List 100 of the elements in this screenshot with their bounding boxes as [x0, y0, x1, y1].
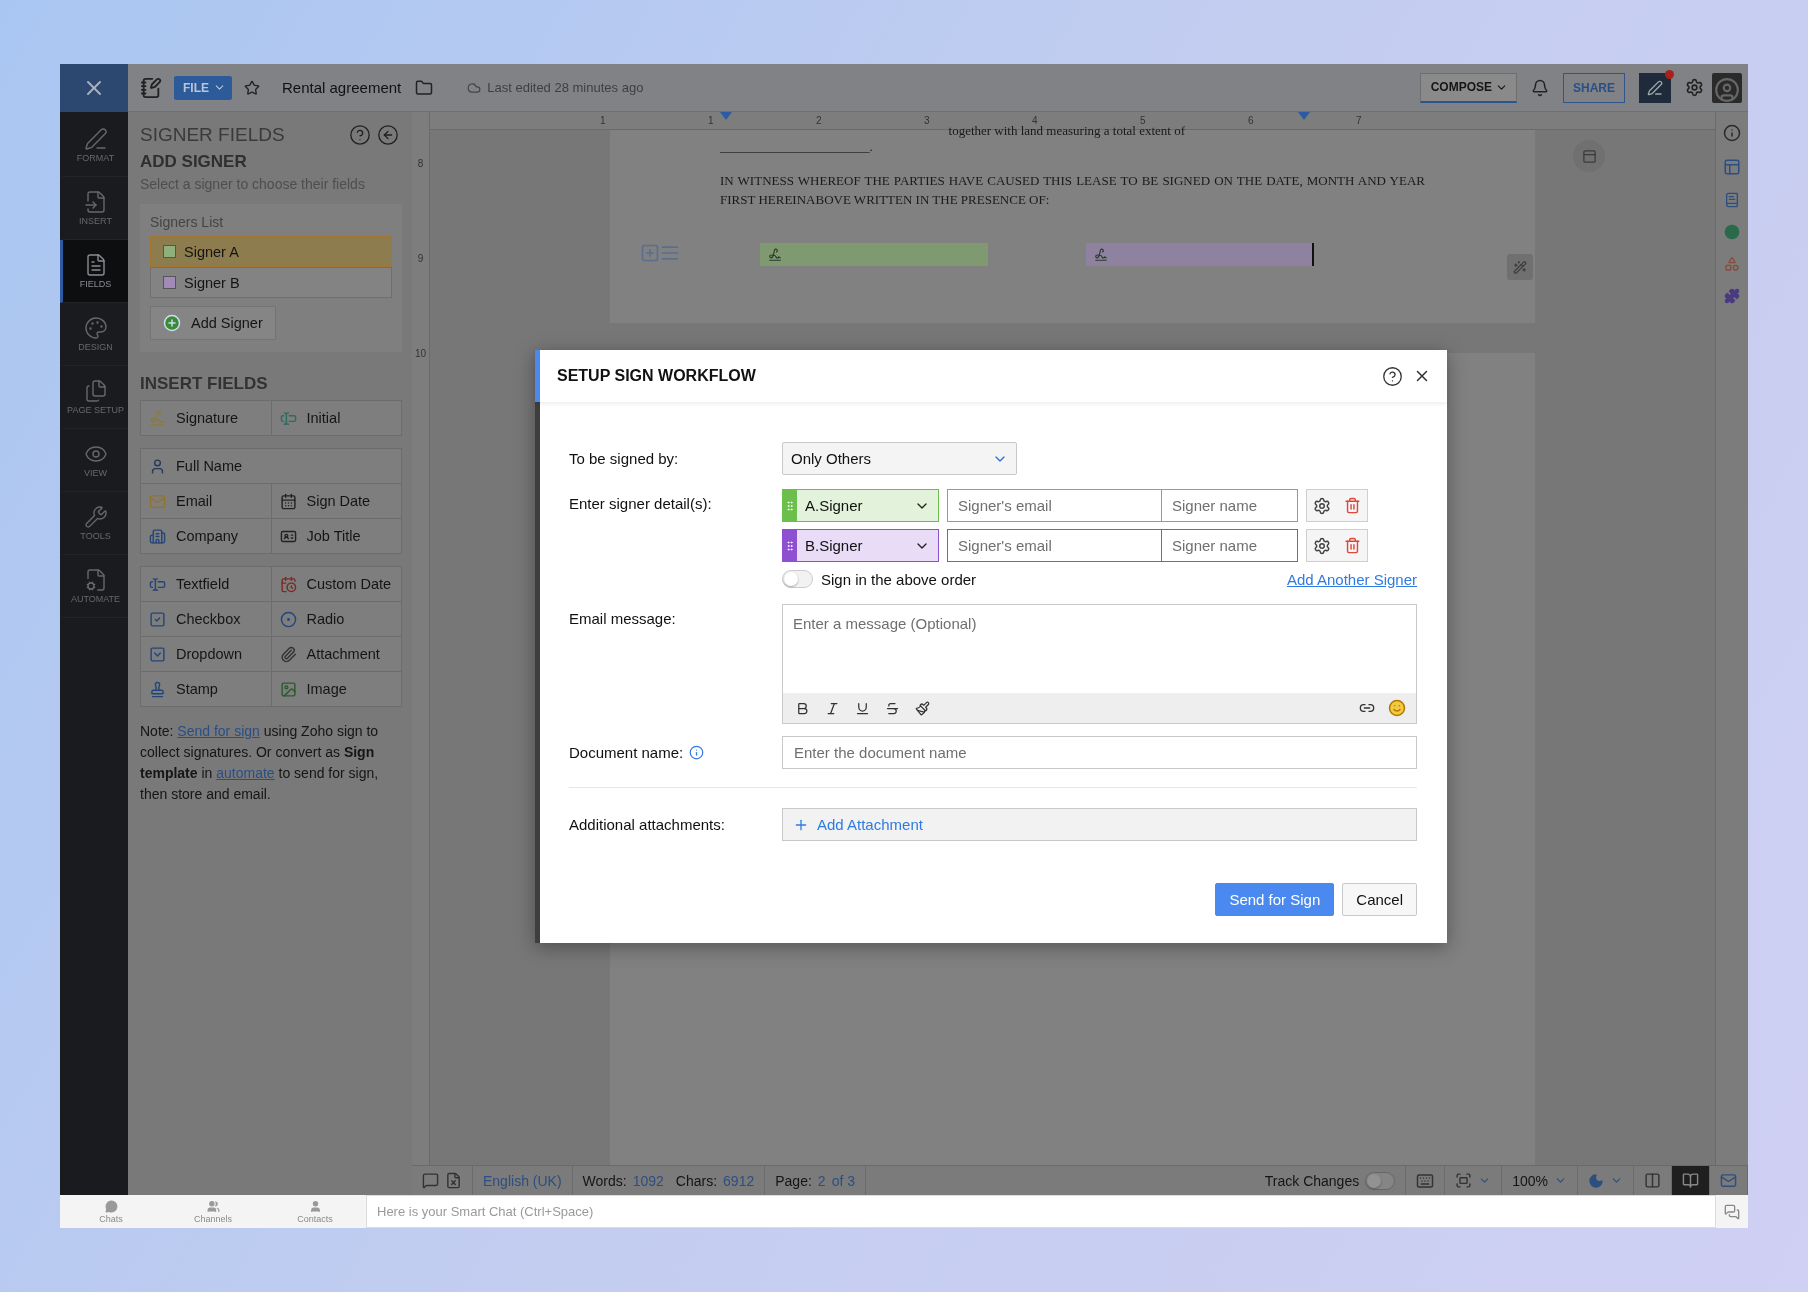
smart-chat-field[interactable]: Here is your Smart Chat (Ctrl+Space) — [366, 1195, 1716, 1228]
insert-field-item[interactable]: Stamp — [141, 672, 272, 707]
insert-field-item[interactable]: Full Name — [141, 449, 402, 484]
page-total: of 3 — [831, 1172, 855, 1189]
chat-icon[interactable] — [1724, 1203, 1740, 1220]
radio-icon — [279, 610, 297, 628]
insert-field-item[interactable]: Initial — [271, 401, 402, 436]
settings-icon[interactable] — [1685, 78, 1704, 97]
info-icon[interactable] — [689, 745, 705, 760]
insert-field-item[interactable]: Custom Date — [271, 567, 402, 602]
ruler-number: 1 — [600, 115, 607, 126]
page-label: Page: — [775, 1172, 812, 1189]
insert-field-item[interactable]: Company — [141, 519, 272, 554]
nav-rail-item[interactable]: FIELDS — [60, 240, 128, 303]
chat-tab[interactable]: Chats — [60, 1199, 162, 1224]
zoom-selector[interactable]: 100% — [1512, 1172, 1548, 1189]
field-label: Additional attachments: — [569, 816, 726, 833]
insert-field-item[interactable]: Radio — [271, 602, 402, 637]
ruler-number: 2 — [816, 115, 823, 126]
close-button[interactable] — [60, 64, 128, 112]
track-changes-toggle[interactable] — [1365, 1171, 1396, 1190]
send-for-sign-button[interactable]: Send for Sign — [1215, 883, 1335, 916]
people-icon — [206, 1199, 220, 1213]
shapes-icon[interactable] — [1724, 256, 1740, 272]
document-x-icon[interactable] — [445, 1172, 462, 1189]
fit-icon[interactable] — [1455, 1172, 1473, 1189]
panel-icon[interactable] — [1573, 140, 1605, 172]
drag-handle[interactable] — [783, 530, 797, 561]
columns-icon[interactable] — [1644, 1172, 1661, 1189]
reading-mode-button[interactable] — [1672, 1166, 1710, 1195]
insert-field-item[interactable]: Dropdown — [141, 637, 272, 672]
indent-marker[interactable] — [1298, 112, 1310, 120]
insert-field-item[interactable]: Textfield — [141, 567, 272, 602]
cancel-button[interactable]: Cancel — [1342, 883, 1417, 916]
char-count: 6912 — [723, 1172, 755, 1189]
document-pen-icon[interactable] — [140, 76, 162, 99]
message-editor[interactable]: Enter a message (Optional) — [782, 604, 1417, 724]
add-attachment-button[interactable]: Add Attachment — [782, 808, 1417, 841]
drag-handle[interactable] — [783, 490, 797, 521]
insert-field-item[interactable]: Signature — [141, 401, 272, 436]
signers-list-label: Signers List — [150, 214, 225, 230]
stamp-icon — [149, 680, 166, 698]
info-icon[interactable] — [1723, 124, 1741, 142]
insert-field-item[interactable]: Sign Date — [271, 484, 402, 519]
document-arrow-icon — [83, 189, 108, 214]
star-icon[interactable] — [244, 79, 260, 96]
file-menu-button[interactable]: FILE — [174, 75, 232, 100]
dropdown-icon — [149, 645, 166, 663]
insert-field-item[interactable]: Image — [271, 672, 402, 707]
document-text: together with land measuring a total extent of — [947, 123, 1186, 139]
text-field-icon — [149, 575, 166, 593]
add-another-signer-link[interactable]: Add Another Signer — [1286, 570, 1417, 588]
person-icon — [308, 1199, 322, 1213]
add-signer-button[interactable]: Add Signer — [150, 306, 276, 340]
insert-field-item[interactable]: Checkbox — [141, 602, 272, 637]
compose-button[interactable]: COMPOSE — [1419, 72, 1517, 103]
insert-field-item[interactable]: Email — [141, 484, 272, 519]
sign-button[interactable] — [1639, 72, 1671, 103]
keyboard-icon[interactable] — [1416, 1171, 1435, 1190]
signer-name-field[interactable]: Signer name — [1162, 529, 1298, 562]
magic-wand-icon[interactable] — [1507, 254, 1533, 280]
signer-item[interactable]: Signer A — [150, 236, 392, 267]
panel-title: SIGNER FIELDS — [140, 124, 286, 146]
ruler-number: 8 — [416, 157, 425, 171]
puzzle-icon[interactable] — [1724, 288, 1740, 304]
signer-email-field[interactable]: Signer's email — [947, 489, 1162, 522]
chat-tab[interactable]: Contacts — [264, 1199, 366, 1224]
folder-icon[interactable] — [415, 78, 434, 97]
mail-icon[interactable] — [1720, 1172, 1737, 1189]
chat-tab[interactable]: Channels — [162, 1199, 264, 1224]
back-arrow-icon[interactable] — [377, 124, 399, 146]
insert-field-item[interactable]: Job Title — [271, 519, 402, 554]
book-icon[interactable] — [1724, 192, 1740, 208]
sign-order-toggle[interactable] — [782, 570, 813, 588]
document-name-field[interactable]: Enter the document name — [782, 736, 1417, 769]
signer-item[interactable]: Signer B — [150, 267, 392, 298]
person-icon — [149, 457, 166, 475]
help-icon[interactable] — [1382, 365, 1403, 387]
ruler-number: 1 — [708, 115, 715, 126]
trash-icon — [1343, 497, 1361, 514]
checkbox-icon — [149, 610, 166, 628]
moon-icon[interactable] — [1588, 1172, 1604, 1189]
signed-by-select[interactable]: Only Others — [782, 442, 1017, 475]
signer-name-field[interactable]: Signer name — [1162, 489, 1298, 522]
window-icon[interactable] — [1723, 158, 1741, 176]
insert-field-item[interactable]: Attachment — [271, 637, 402, 672]
signer-role-select[interactable]: B.Signer — [782, 529, 939, 562]
signer-role-select[interactable]: A.Signer — [782, 489, 939, 522]
bell-icon[interactable] — [1531, 78, 1549, 97]
plus-icon — [163, 314, 181, 332]
signer-email-field[interactable]: Signer's email — [947, 529, 1162, 562]
comment-icon[interactable] — [422, 1172, 439, 1189]
signature-field[interactable] — [1086, 243, 1314, 266]
calendar-icon — [279, 492, 297, 510]
indent-marker[interactable] — [720, 112, 732, 120]
signature-field[interactable] — [760, 243, 988, 266]
avatar-placeholder[interactable] — [1712, 72, 1742, 103]
add-signer-heading: ADD SIGNER — [140, 152, 248, 172]
words-label: Words: — [582, 1172, 627, 1189]
pen-icon — [83, 126, 108, 151]
